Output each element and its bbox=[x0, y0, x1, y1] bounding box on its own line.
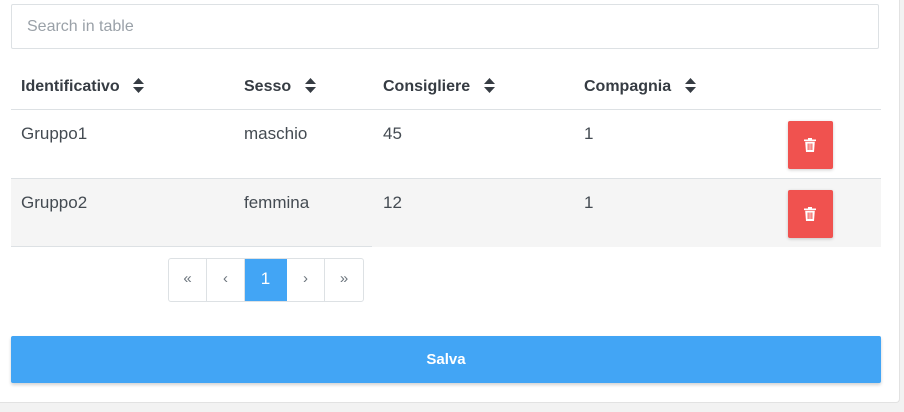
table-row: Gruppo2 femmina 12 1 bbox=[11, 179, 881, 247]
delete-row-button[interactable] bbox=[788, 190, 833, 238]
page-1-button[interactable]: 1 bbox=[245, 259, 287, 301]
sort-icon bbox=[483, 77, 495, 93]
next-page-button[interactable]: › bbox=[287, 259, 325, 301]
trash-icon bbox=[804, 138, 816, 152]
cell-compagnia: 1 bbox=[584, 124, 594, 143]
cell-consigliere: 45 bbox=[383, 124, 402, 143]
save-button[interactable]: Salva bbox=[11, 336, 881, 383]
sort-icon bbox=[133, 77, 145, 93]
table-row: Gruppo1 maschio 45 1 bbox=[11, 110, 881, 179]
search-input[interactable] bbox=[11, 4, 879, 49]
previous-page-button[interactable]: ‹ bbox=[207, 259, 245, 301]
table-footer-divider bbox=[11, 246, 372, 247]
cell-identificativo: Gruppo2 bbox=[21, 193, 88, 212]
pagination: « ‹ 1 › » bbox=[168, 258, 364, 302]
trash-icon bbox=[804, 207, 816, 221]
data-table: Identificativo Sesso Consigliere Compagn… bbox=[11, 64, 881, 247]
sort-icon bbox=[304, 77, 316, 93]
column-header-consigliere[interactable]: Consigliere bbox=[383, 64, 495, 109]
sort-icon bbox=[684, 77, 696, 93]
cell-identificativo: Gruppo1 bbox=[21, 124, 88, 143]
column-header-sesso[interactable]: Sesso bbox=[244, 64, 316, 109]
last-page-button[interactable]: » bbox=[325, 259, 363, 301]
column-header-identificativo[interactable]: Identificativo bbox=[21, 64, 145, 109]
table-card: Identificativo Sesso Consigliere Compagn… bbox=[0, 0, 900, 403]
column-header-compagnia[interactable]: Compagnia bbox=[584, 64, 696, 109]
delete-row-button[interactable] bbox=[788, 121, 833, 169]
cell-consigliere: 12 bbox=[383, 193, 402, 212]
first-page-button[interactable]: « bbox=[169, 259, 207, 301]
table-header: Identificativo Sesso Consigliere Compagn… bbox=[11, 64, 881, 110]
cell-sesso: femmina bbox=[244, 193, 310, 212]
cell-compagnia: 1 bbox=[584, 193, 594, 212]
cell-sesso: maschio bbox=[244, 124, 308, 143]
